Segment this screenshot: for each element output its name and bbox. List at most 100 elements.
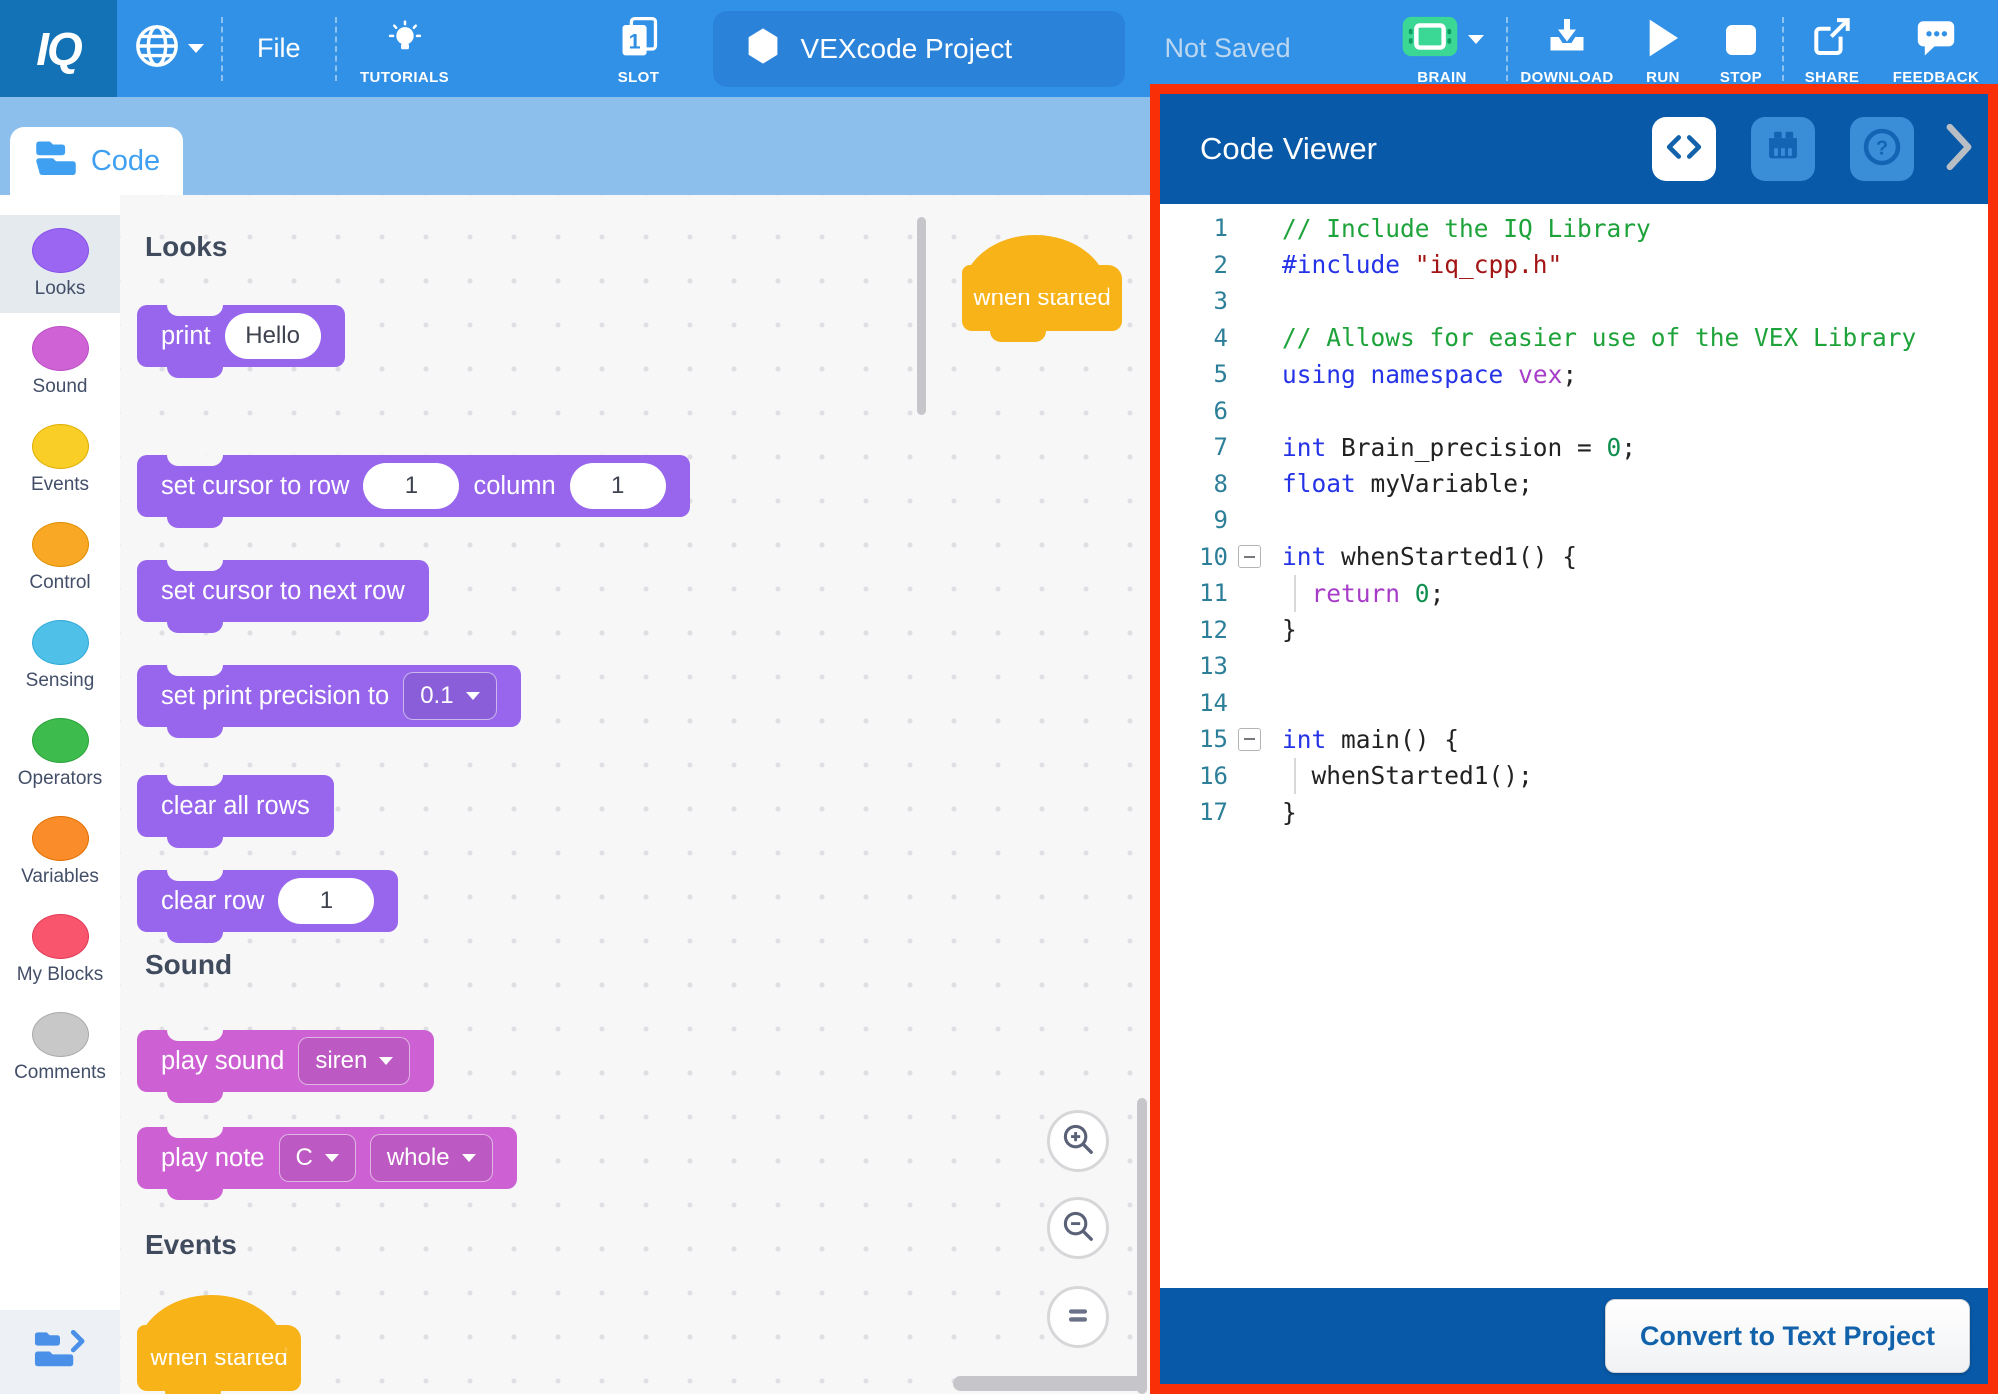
tab-code[interactable]: Code <box>10 127 183 195</box>
stop-button[interactable]: STOP <box>1700 0 1782 97</box>
block-label: play sound <box>161 1047 284 1076</box>
palette-block-set-cursor-to-row-1-column-1[interactable]: set cursor to row1column1 <box>137 455 690 517</box>
code-viewer-header: Code Viewer ? <box>1160 94 1988 204</box>
brain-view-button[interactable] <box>1751 117 1815 181</box>
category-label: Variables <box>21 866 99 888</box>
block-value-input[interactable]: Hello <box>225 313 321 359</box>
palette-block-play-note-c-whole[interactable]: play noteCwhole <box>137 1127 517 1189</box>
hexagon-icon <box>747 27 779 70</box>
code-editor[interactable]: 1// Include the IQ Library2#include "iq_… <box>1160 204 1988 1288</box>
code-fold-toggle[interactable] <box>1238 728 1261 751</box>
block-dropdown[interactable]: 0.1 <box>403 672 496 720</box>
block-value-input[interactable]: 1 <box>278 878 374 924</box>
palette-block-print-hello[interactable]: printHello <box>137 305 345 367</box>
canvas-when-started-block[interactable]: when started <box>962 265 1122 331</box>
palette-section-title-sound: Sound <box>145 948 232 982</box>
tutorials-label: TUTORIALS <box>360 69 449 86</box>
slot-button[interactable]: 1 SLOT <box>591 0 687 97</box>
palette-block-clear-row-1[interactable]: clear row1 <box>137 870 398 932</box>
block-dropdown[interactable]: siren <box>298 1037 410 1085</box>
dropdown-value: 0.1 <box>420 682 453 710</box>
run-button[interactable]: RUN <box>1626 0 1700 97</box>
line-number: 7 <box>1174 433 1228 461</box>
project-title-pill[interactable]: VEXcode Project <box>713 11 1125 87</box>
palette-block-when-started[interactable]: when started <box>137 1325 301 1391</box>
code-text: // Allows for easier use of the VEX Libr… <box>1270 323 1916 352</box>
iq-logo[interactable]: IQ <box>0 0 117 97</box>
category-dot <box>32 914 89 959</box>
block-dropdown[interactable]: whole <box>370 1134 493 1182</box>
line-number: 3 <box>1174 287 1228 315</box>
code-viewer-footer: Convert to Text Project <box>1160 1288 1988 1384</box>
code-line: 9 <box>1174 502 1988 539</box>
code-text: int whenStarted1() { <box>1270 542 1577 571</box>
block-dropdown[interactable]: C <box>279 1134 356 1182</box>
zoom-out-button[interactable] <box>1047 1197 1109 1259</box>
chevron-down-icon <box>462 1154 476 1162</box>
sidebar-item-control[interactable]: Control <box>0 509 120 607</box>
code-text: #include "iq_cpp.h" <box>1270 250 1562 279</box>
feedback-button[interactable]: FEEDBACK <box>1880 0 1992 97</box>
line-number: 4 <box>1174 324 1228 352</box>
category-label: Looks <box>35 278 86 300</box>
slot-icon: 1 <box>620 16 658 63</box>
sidebar-item-my-blocks[interactable]: My Blocks <box>0 901 120 999</box>
collapse-panel-button[interactable] <box>1944 124 1974 175</box>
category-dot <box>32 816 89 861</box>
download-button[interactable]: DOWNLOAD <box>1508 0 1626 97</box>
palette-block-play-sound-siren[interactable]: play sound siren <box>137 1030 434 1092</box>
dropdown-value: whole <box>387 1144 450 1172</box>
convert-to-text-button[interactable]: Convert to Text Project <box>1605 1299 1970 1373</box>
language-button[interactable] <box>117 0 221 97</box>
code-line: 16 whenStarted1(); <box>1174 758 1988 795</box>
block-value-input[interactable]: 1 <box>363 463 459 509</box>
code-fold-toggle[interactable] <box>1238 545 1261 568</box>
save-status: Not Saved <box>1165 33 1291 64</box>
code-view-button[interactable] <box>1652 117 1716 181</box>
line-number: 15 <box>1174 725 1228 753</box>
sidebar-item-comments[interactable]: Comments <box>0 999 120 1097</box>
code-text: } <box>1270 615 1297 644</box>
line-number: 12 <box>1174 616 1228 644</box>
palette-block-clear-all-rows[interactable]: clear all rows <box>137 775 334 837</box>
share-button[interactable]: SHARE <box>1784 0 1880 97</box>
block-value-input[interactable]: 1 <box>570 463 666 509</box>
download-icon <box>1546 16 1588 63</box>
svg-text:1: 1 <box>628 29 640 53</box>
line-number: 1 <box>1174 214 1228 242</box>
code-text: float myVariable; <box>1270 469 1533 498</box>
zoom-in-button[interactable] <box>1047 1110 1109 1172</box>
canvas-horizontal-scrollbar[interactable] <box>953 1376 1143 1391</box>
line-number: 17 <box>1174 798 1228 826</box>
sidebar-item-sound[interactable]: Sound <box>0 313 120 411</box>
zoom-reset-button[interactable] <box>1047 1286 1109 1348</box>
canvas-vertical-scrollbar[interactable] <box>1137 1098 1147 1394</box>
brain-button[interactable]: BRAIN <box>1378 0 1506 97</box>
sidebar-item-events[interactable]: Events <box>0 411 120 509</box>
dropdown-value: C <box>296 1144 313 1172</box>
code-line: 1// Include the IQ Library <box>1174 210 1988 247</box>
palette-vertical-scrollbar[interactable] <box>917 217 926 415</box>
palette-block-set-print-precision-to-0-1[interactable]: set print precision to0.1 <box>137 665 521 727</box>
file-menu-button[interactable]: File <box>223 0 335 97</box>
category-label: Operators <box>18 768 102 790</box>
category-dot <box>32 718 89 763</box>
code-line: 12} <box>1174 612 1988 649</box>
sidebar-item-variables[interactable]: Variables <box>0 803 120 901</box>
tutorials-button[interactable]: TUTORIALS <box>337 0 473 97</box>
sidebar-item-looks[interactable]: Looks <box>0 215 120 313</box>
line-number: 11 <box>1174 579 1228 607</box>
dropdown-value: siren <box>315 1047 367 1075</box>
chevron-down-icon <box>1468 35 1484 44</box>
indent-guide <box>1294 758 1296 795</box>
collapse-palette-button[interactable] <box>0 1310 120 1394</box>
help-button[interactable]: ? <box>1850 117 1914 181</box>
sidebar-item-sensing[interactable]: Sensing <box>0 607 120 705</box>
stop-icon <box>1723 22 1759 63</box>
palette-section-title-events: Events <box>145 1228 237 1262</box>
play-icon <box>1646 18 1680 63</box>
palette-block-set-cursor-to-next-row[interactable]: set cursor to next row <box>137 560 429 622</box>
blocks-workspace[interactable]: LooksprintHelloset cursor to row1column1… <box>120 195 1150 1394</box>
block-label: set cursor to next row <box>161 577 405 606</box>
sidebar-item-operators[interactable]: Operators <box>0 705 120 803</box>
